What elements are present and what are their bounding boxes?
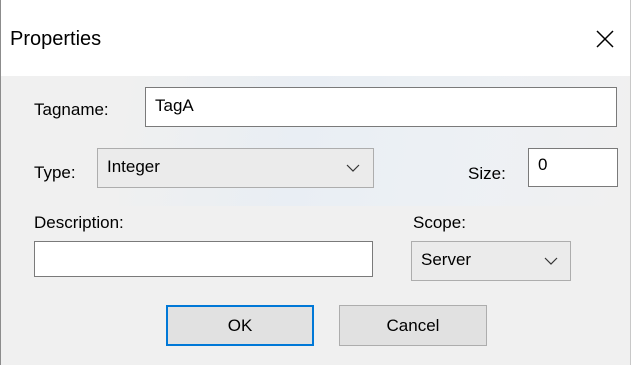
close-button[interactable] xyxy=(581,20,629,58)
size-label: Size: xyxy=(468,164,506,183)
scope-selected-value: Server xyxy=(421,250,472,269)
chevron-down-icon xyxy=(346,149,360,187)
type-label: Type: xyxy=(34,163,76,182)
description-label: Description: xyxy=(34,213,124,232)
dialog-title: Properties xyxy=(10,28,102,50)
tagname-label: Tagname: xyxy=(34,100,109,119)
chevron-down-icon xyxy=(544,242,558,280)
description-input[interactable] xyxy=(34,241,373,277)
title-bar: Properties xyxy=(1,0,630,76)
type-dropdown[interactable]: Integer xyxy=(97,148,374,188)
close-icon xyxy=(596,30,614,48)
ok-button[interactable]: OK xyxy=(166,305,314,346)
scope-dropdown[interactable]: Server xyxy=(411,241,571,281)
tagname-input[interactable]: TagA xyxy=(145,87,617,127)
type-selected-value: Integer xyxy=(107,157,160,176)
dialog-body: Tagname: TagA Type: Integer Size: 0 Desc… xyxy=(1,76,630,365)
cancel-button[interactable]: Cancel xyxy=(339,305,487,346)
properties-dialog: Properties Tagname: TagA Type: Integer S… xyxy=(0,0,631,365)
size-input[interactable]: 0 xyxy=(528,148,618,187)
scope-label: Scope: xyxy=(413,213,466,232)
